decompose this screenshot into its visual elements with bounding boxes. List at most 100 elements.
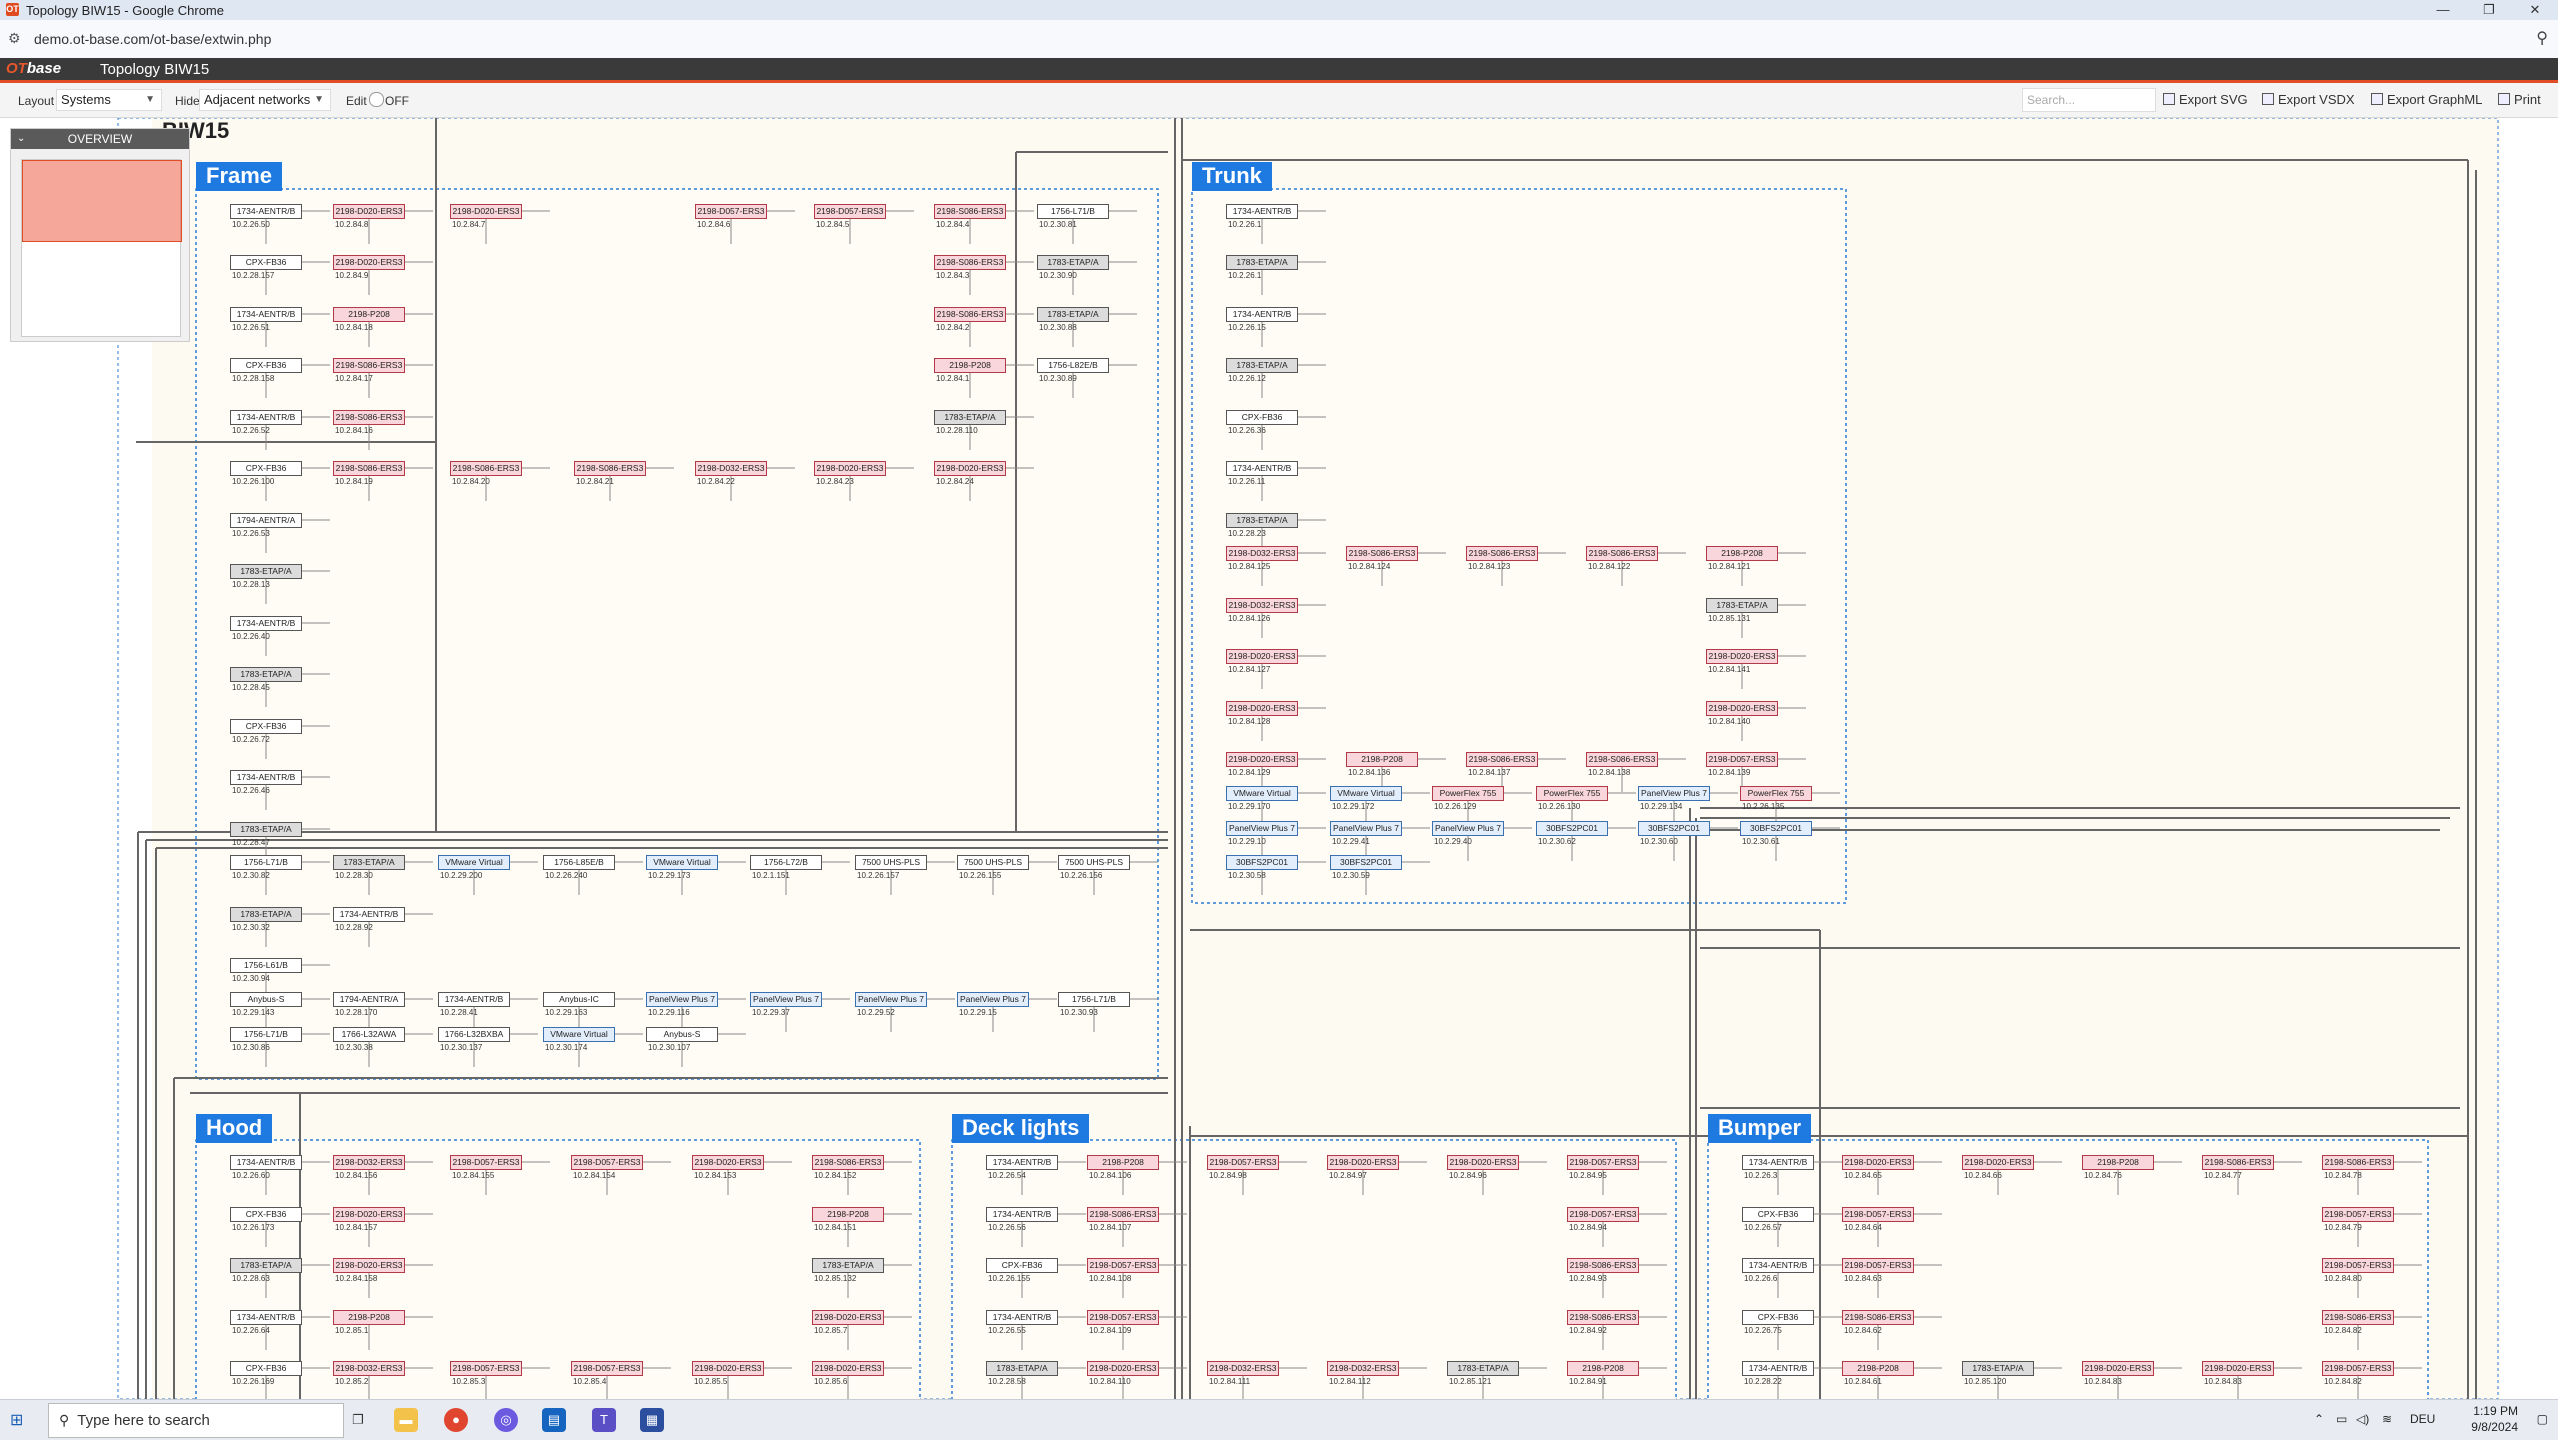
device-node[interactable]: 1766-L32BXBA [438, 1027, 510, 1042]
edit-toggle[interactable] [369, 92, 384, 107]
device-node[interactable]: 2198-D057-ERS3 [571, 1361, 643, 1376]
device-node[interactable]: 1734-AENTR/B [1226, 461, 1298, 476]
device-node[interactable]: 2198-D020-ERS3 [692, 1361, 764, 1376]
device-node[interactable]: 30BFS2PC01 [1226, 855, 1298, 870]
device-node[interactable]: 2198-D020-ERS3 [1447, 1155, 1519, 1170]
export-svg-button[interactable]: Export SVG [2163, 92, 2248, 107]
device-node[interactable]: 2198-P208 [333, 307, 405, 322]
device-node[interactable]: 2198-D020-ERS3 [934, 461, 1006, 476]
device-node[interactable]: 2198-D057-ERS3 [450, 1155, 522, 1170]
device-node[interactable]: 2198-D057-ERS3 [2322, 1207, 2394, 1222]
print-button[interactable]: Print [2498, 92, 2541, 107]
device-node[interactable]: 1783-ETAP/A [1962, 1361, 2034, 1376]
device-node[interactable]: 1734-AENTR/B [1226, 307, 1298, 322]
device-node[interactable]: 7500 UHS-PLS [957, 855, 1029, 870]
chrome-icon[interactable]: ● [444, 1408, 468, 1432]
device-node[interactable]: 2198-S086-ERS3 [812, 1155, 884, 1170]
device-node[interactable]: 2198-D032-ERS3 [1226, 598, 1298, 613]
device-node[interactable]: Anybus-IC [543, 992, 615, 1007]
device-node[interactable]: CPX-FB36 [230, 255, 302, 270]
app-icon[interactable]: ▤ [542, 1408, 566, 1432]
clock[interactable]: 1:19 PM 9/8/2024 [2471, 1403, 2518, 1435]
device-node[interactable]: VMware Virtual [646, 855, 718, 870]
device-node[interactable]: 2198-D032-ERS3 [1327, 1361, 1399, 1376]
device-node[interactable]: 1734-AENTR/B [230, 1155, 302, 1170]
app-icon[interactable]: ▦ [640, 1408, 664, 1432]
device-node[interactable]: 1734-AENTR/B [986, 1310, 1058, 1325]
device-node[interactable]: 2198-D020-ERS3 [1962, 1155, 2034, 1170]
site-info-icon[interactable]: ⚙ [8, 30, 21, 47]
notifications-icon[interactable]: ▢ [2537, 1412, 2548, 1426]
device-node[interactable]: 1734-AENTR/B [986, 1207, 1058, 1222]
device-node[interactable]: VMware Virtual [543, 1027, 615, 1042]
device-node[interactable]: 1783-ETAP/A [333, 855, 405, 870]
device-node[interactable]: 30BFS2PC01 [1740, 821, 1812, 836]
device-node[interactable]: 1783-ETAP/A [230, 667, 302, 682]
group-title[interactable]: Bumper [1708, 1114, 1812, 1143]
device-node[interactable]: 2198-P208 [812, 1207, 884, 1222]
device-node[interactable]: 1756-L71/B [230, 855, 302, 870]
device-node[interactable]: PanelView Plus 7 [1226, 821, 1298, 836]
device-node[interactable]: 1766-L32AWA [333, 1027, 405, 1042]
device-node[interactable]: 2198-D057-ERS3 [1706, 752, 1778, 767]
device-node[interactable]: 2198-S086-ERS3 [1346, 546, 1418, 561]
device-node[interactable]: 2198-D020-ERS3 [2082, 1361, 2154, 1376]
device-node[interactable]: PowerFlex 755 [1536, 786, 1608, 801]
device-node[interactable]: 1783-ETAP/A [812, 1258, 884, 1273]
device-node[interactable]: 2198-D032-ERS3 [1207, 1361, 1279, 1376]
url-field[interactable]: demo.ot-base.com/ot-base/extwin.php [34, 31, 271, 47]
device-node[interactable]: 2198-P208 [934, 358, 1006, 373]
device-node[interactable]: 1756-L71/B [230, 1027, 302, 1042]
device-node[interactable]: 2198-D020-ERS3 [1327, 1155, 1399, 1170]
device-node[interactable]: 1734-AENTR/B [1742, 1155, 1814, 1170]
device-node[interactable]: VMware Virtual [1330, 786, 1402, 801]
device-node[interactable]: 2198-S086-ERS3 [1586, 752, 1658, 767]
device-node[interactable]: 2198-D032-ERS3 [333, 1361, 405, 1376]
layout-select[interactable]: Systems ▼ [56, 89, 162, 111]
device-node[interactable]: 2198-D020-ERS3 [814, 461, 886, 476]
device-node[interactable]: 2198-D020-ERS3 [1706, 649, 1778, 664]
device-node[interactable]: 2198-S086-ERS3 [1466, 546, 1538, 561]
device-node[interactable]: 2198-S086-ERS3 [1842, 1310, 1914, 1325]
device-node[interactable]: 2198-D057-ERS3 [2322, 1361, 2394, 1376]
device-node[interactable]: 1734-AENTR/B [230, 770, 302, 785]
device-node[interactable]: CPX-FB36 [1742, 1207, 1814, 1222]
device-node[interactable]: 2198-P208 [333, 1310, 405, 1325]
device-node[interactable]: 1734-AENTR/B [986, 1155, 1058, 1170]
device-node[interactable]: 2198-S086-ERS3 [1586, 546, 1658, 561]
device-node[interactable]: 2198-D057-ERS3 [1567, 1155, 1639, 1170]
device-node[interactable]: PowerFlex 755 [1740, 786, 1812, 801]
device-node[interactable]: 1783-ETAP/A [230, 907, 302, 922]
device-node[interactable]: 2198-P208 [1842, 1361, 1914, 1376]
device-node[interactable]: 1783-ETAP/A [934, 410, 1006, 425]
device-node[interactable]: 2198-D020-ERS3 [450, 204, 522, 219]
close-button[interactable]: ✕ [2512, 0, 2558, 20]
device-node[interactable]: 2198-S086-ERS3 [934, 255, 1006, 270]
export-vsdx-button[interactable]: Export VSDX [2262, 92, 2355, 107]
device-node[interactable]: 2198-D020-ERS3 [1226, 701, 1298, 716]
device-node[interactable]: 2198-P208 [1567, 1361, 1639, 1376]
group-title[interactable]: Frame [196, 162, 283, 191]
windows-start-icon[interactable]: ⊞ [10, 1410, 28, 1429]
device-node[interactable]: 1783-ETAP/A [1226, 513, 1298, 528]
language-indicator[interactable]: DEU [2410, 1412, 2435, 1426]
device-node[interactable]: 1783-ETAP/A [230, 564, 302, 579]
device-node[interactable]: CPX-FB36 [1226, 410, 1298, 425]
device-node[interactable]: 30BFS2PC01 [1330, 855, 1402, 870]
device-node[interactable]: 2198-D032-ERS3 [695, 461, 767, 476]
group-title[interactable]: Deck lights [952, 1114, 1090, 1143]
device-node[interactable]: 2198-S086-ERS3 [934, 307, 1006, 322]
device-node[interactable]: 2198-S086-ERS3 [2322, 1310, 2394, 1325]
device-node[interactable]: PanelView Plus 7 [750, 992, 822, 1007]
device-node[interactable]: 1794-AENTR/A [333, 992, 405, 1007]
device-node[interactable]: 1734-AENTR/B [1742, 1258, 1814, 1273]
device-node[interactable]: 2198-S086-ERS3 [574, 461, 646, 476]
device-node[interactable]: 7500 UHS-PLS [1058, 855, 1130, 870]
topology-canvas[interactable]: BIW15 Frame Trunk Hood Deck lights Bumper 17… [0, 118, 2558, 1399]
device-node[interactable]: 7500 UHS-PLS [855, 855, 927, 870]
group-title[interactable]: Hood [196, 1114, 273, 1143]
device-node[interactable]: 2198-D020-ERS3 [333, 255, 405, 270]
device-node[interactable]: 2198-S086-ERS3 [1466, 752, 1538, 767]
device-node[interactable]: PanelView Plus 7 [855, 992, 927, 1007]
device-node[interactable]: 1734-AENTR/B [230, 616, 302, 631]
